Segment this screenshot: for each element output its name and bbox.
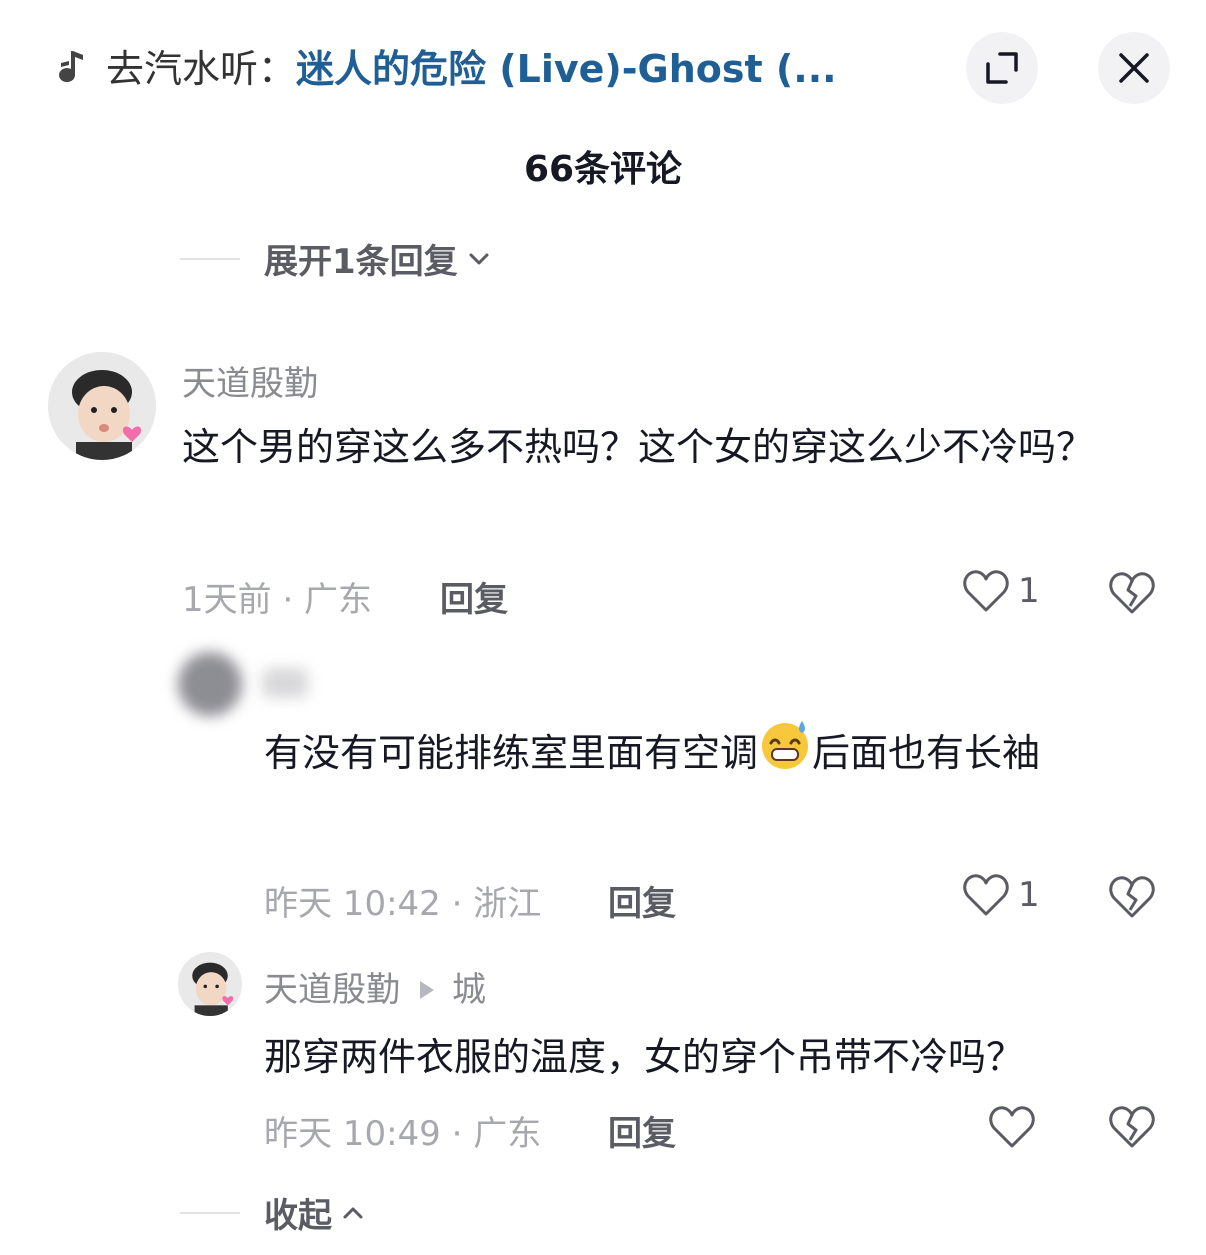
like-button[interactable]: 1 — [962, 568, 1040, 614]
comment-text: 这个男的穿这么多不热吗？这个女的穿这么少不冷吗？ — [182, 425, 1095, 469]
like-button[interactable]: 1 — [962, 872, 1040, 918]
reply-arrow-icon — [420, 980, 434, 999]
comment-username[interactable]: 天道殷勤 — [182, 356, 318, 405]
reply-username[interactable]: 天道殷勤 — [264, 970, 400, 1010]
reply-button[interactable]: 回复 — [608, 1106, 676, 1155]
chevron-up-icon — [340, 1200, 366, 1226]
collapse-replies-row[interactable]: 收起 — [180, 1188, 366, 1237]
expand-button[interactable] — [966, 32, 1038, 104]
comment-count-title: 66条评论 — [523, 149, 683, 190]
expand-replies-label: 展开1条回复 — [264, 242, 458, 282]
divider-line — [180, 257, 240, 260]
expand-icon — [986, 52, 1018, 84]
reply-button[interactable]: 回复 — [608, 876, 676, 925]
music-prefix: 去汽水听： — [106, 47, 297, 91]
comments-panel: 去汽水听： 迷人的危险 (Live)-Ghost (... 66条评论 展开1条… — [0, 0, 1206, 1255]
like-count: 1 — [1018, 571, 1040, 611]
reply-username-row: 天道殷勤 城 — [264, 962, 486, 1011]
close-button[interactable] — [1098, 32, 1170, 104]
grinning-sweat-emoji — [758, 717, 812, 795]
music-title-link[interactable]: 迷人的危险 (Live)-Ghost (... — [296, 38, 837, 93]
reply-avatar[interactable] — [178, 652, 242, 716]
broken-heart-icon — [1109, 572, 1155, 614]
like-count: 1 — [1018, 875, 1040, 915]
reply-meta: 昨天 10:42 · 浙江 — [264, 884, 542, 924]
reply-meta: 昨天 10:49 · 广东 — [264, 1114, 542, 1154]
music-link-row[interactable]: 去汽水听： 迷人的危险 (Live)-Ghost (... — [52, 38, 912, 93]
broken-heart-icon — [1109, 1106, 1155, 1148]
close-icon — [1119, 53, 1149, 83]
reply-username-blurred — [262, 668, 308, 698]
dislike-button[interactable] — [1108, 570, 1156, 620]
dislike-button[interactable] — [1108, 874, 1156, 924]
broken-heart-icon — [1109, 876, 1155, 918]
divider-line — [180, 1211, 240, 1214]
dislike-button[interactable] — [1108, 1104, 1156, 1154]
avatar[interactable] — [48, 352, 156, 460]
reply-button[interactable]: 回复 — [440, 572, 508, 621]
reply-text: 有没有可能排练室里面有空调 后面也有长袖 — [264, 716, 1144, 795]
expand-replies-row[interactable]: 展开1条回复 — [180, 234, 492, 283]
comment-meta: 1天前 · 广东 — [182, 580, 373, 620]
music-note-icon — [52, 46, 92, 86]
reply-to-username[interactable]: 城 — [452, 970, 486, 1010]
collapse-label: 收起 — [264, 1196, 332, 1236]
heart-icon — [989, 1106, 1035, 1148]
heart-icon — [963, 570, 1009, 612]
reply-text: 那穿两件衣服的温度，女的穿个吊带不冷吗？ — [264, 1035, 1025, 1079]
like-button[interactable] — [988, 1104, 1044, 1150]
reply-avatar[interactable] — [178, 952, 242, 1016]
heart-icon — [963, 874, 1009, 916]
chevron-down-icon — [466, 246, 492, 272]
